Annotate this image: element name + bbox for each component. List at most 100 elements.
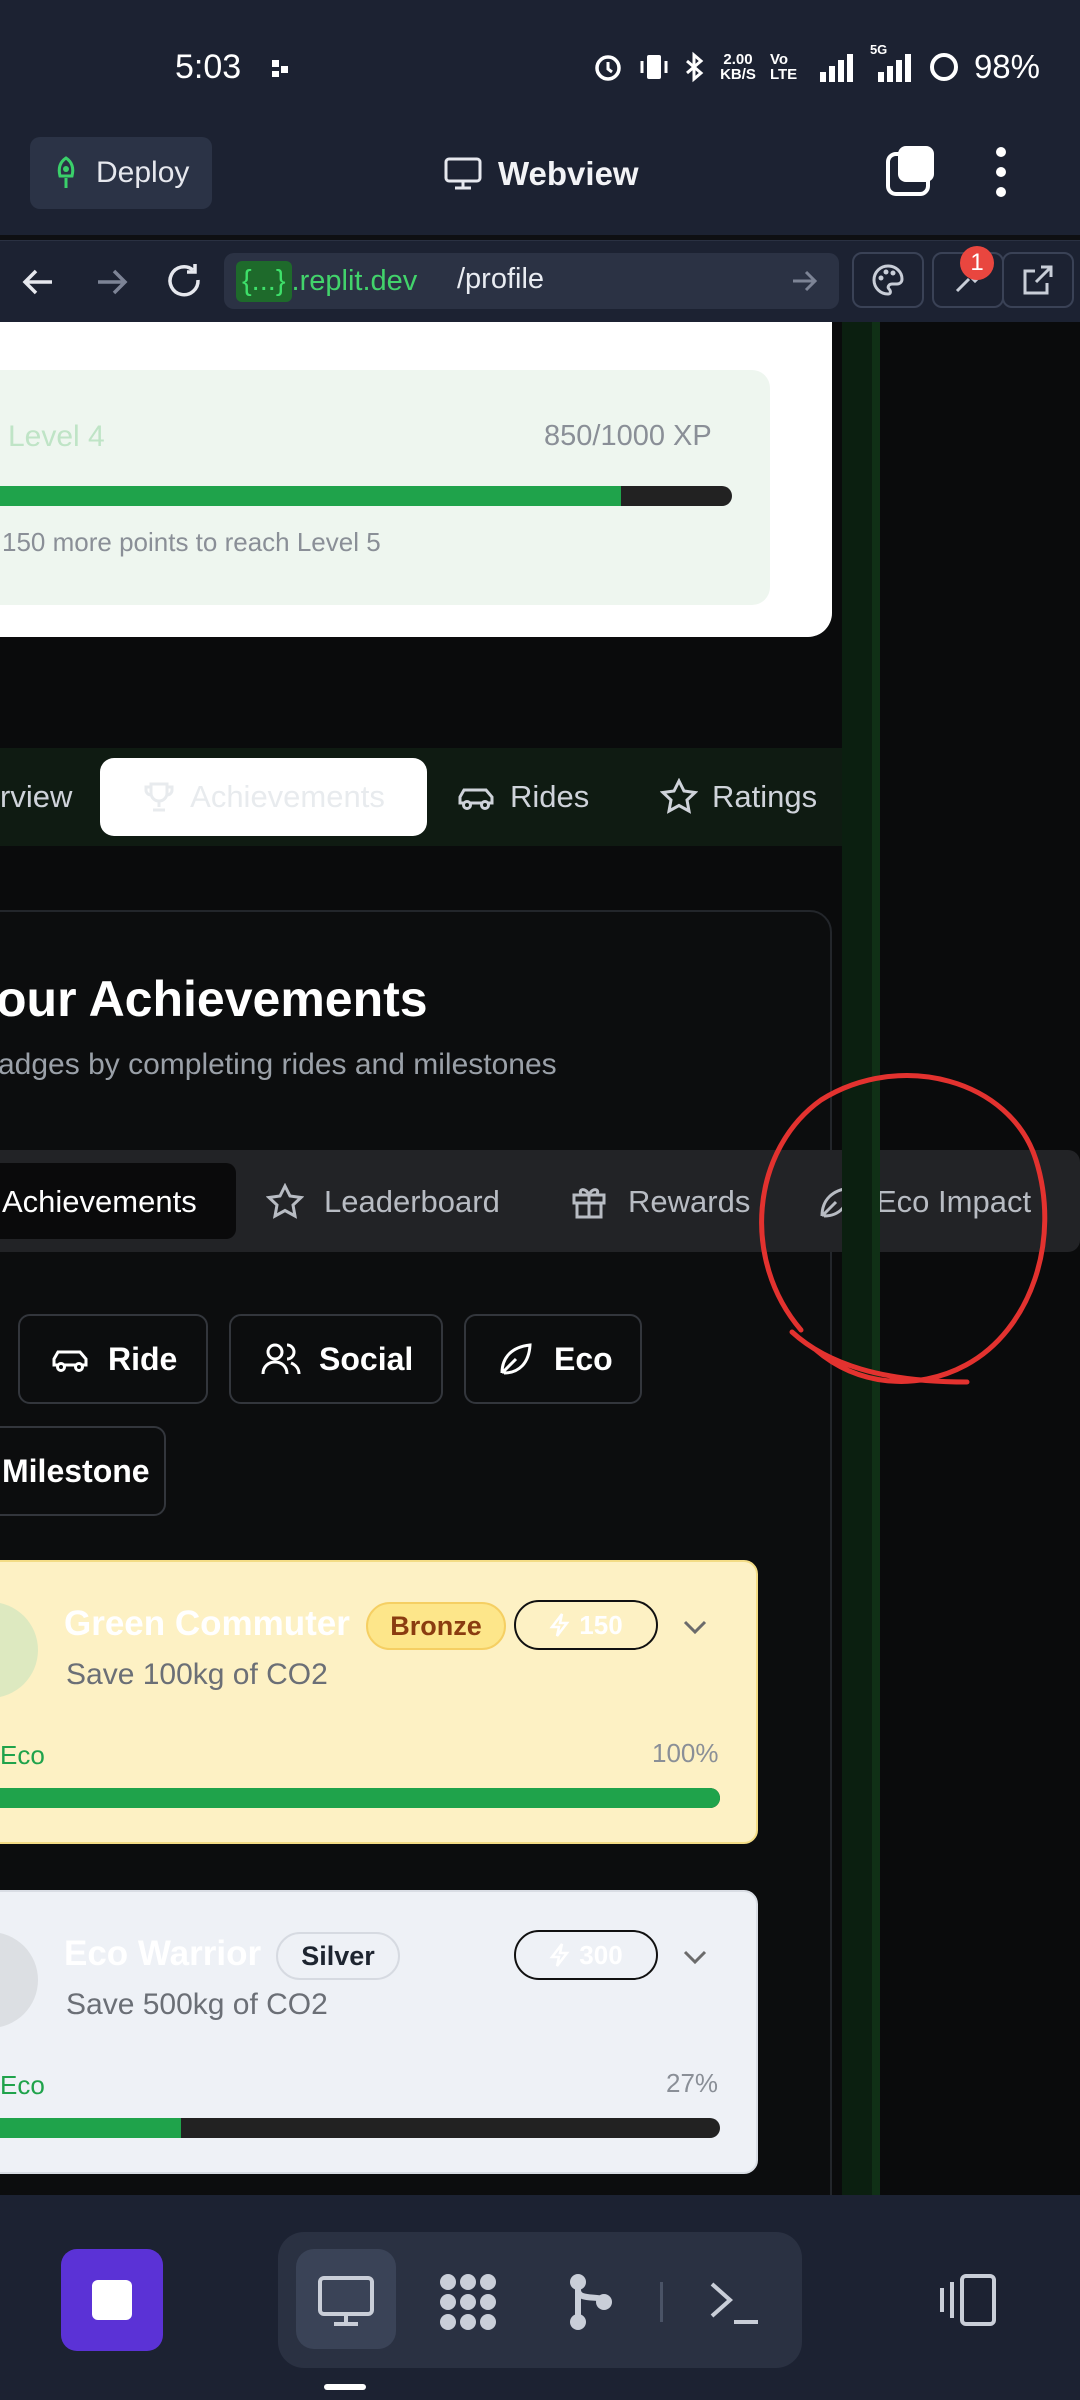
achievement-progress-bar: [0, 1788, 720, 1808]
deploy-button[interactable]: Deploy: [30, 137, 212, 209]
achievement-card-green-commuter[interactable]: Green Commuter Bronze 150 Save 100kg of …: [0, 1560, 758, 1844]
tab-overview[interactable]: rview: [0, 758, 72, 836]
tab-ratings[interactable]: Ratings: [660, 758, 817, 836]
subtab-achievements-label: Achievements: [2, 1184, 197, 1219]
stop-icon: [90, 2278, 134, 2322]
gift-icon: [570, 1183, 608, 1221]
tab-rides-label: Rides: [510, 779, 590, 814]
webview-title-text: Webview: [498, 155, 639, 192]
star-icon: [660, 778, 698, 816]
forward-arrow-icon[interactable]: [92, 262, 132, 302]
subtab-leaderboard-label: Leaderboard: [324, 1184, 500, 1219]
volte-badge: Vo LTE: [769, 51, 798, 83]
achievement-card-eco-warrior[interactable]: Eco Warrior Silver 300 Save 500kg of CO2…: [0, 1890, 758, 2174]
alarm-icon: [592, 51, 624, 83]
achievement-progress-bar: [0, 2118, 720, 2138]
points-value: 150: [579, 1609, 623, 1640]
achievement-progress-fill: [0, 1788, 720, 1808]
xp-progress-bar: [0, 486, 732, 506]
reload-icon[interactable]: [164, 260, 206, 302]
filter-ride-label: Ride: [108, 1340, 178, 1377]
go-arrow-icon[interactable]: [790, 266, 820, 296]
battery-icon: [928, 51, 960, 83]
chevron-down-icon[interactable]: [680, 1612, 710, 1642]
chevron-down-icon[interactable]: [680, 1942, 710, 1972]
panel-switch-icon[interactable]: [936, 2272, 1000, 2328]
filter-social[interactable]: Social: [229, 1314, 443, 1404]
bluetooth-icon: [684, 51, 706, 83]
zap-icon: [549, 1943, 571, 1967]
webview-content: Level 4 850/1000 XP 150 more points to r…: [0, 322, 1080, 2195]
subtab-leaderboard[interactable]: Leaderboard: [266, 1166, 500, 1238]
status-time: 5:03: [175, 48, 242, 86]
notification-badge: 1: [960, 246, 994, 280]
achievement-progress-fill: [0, 2118, 182, 2138]
battery-percent: 98%: [973, 48, 1040, 85]
star-icon: [266, 1183, 304, 1221]
users-icon: [261, 1341, 301, 1377]
webview-title: Webview: [444, 148, 639, 200]
palette-button[interactable]: [852, 252, 924, 308]
status-icons: 2.00 KB/S Vo LTE 5G 98%: [592, 42, 1040, 86]
achievement-title: Eco Warrior: [64, 1934, 262, 1973]
tabs-switcher-button[interactable]: [884, 144, 940, 200]
tab-achievements[interactable]: Achievements: [100, 758, 427, 836]
achievement-description: Save 100kg of CO2: [66, 1658, 328, 1691]
achievements-title: our Achievements: [0, 971, 428, 1027]
subtab-eco-impact-label: Eco Impact: [876, 1184, 1032, 1219]
achievement-category: Eco: [0, 1740, 45, 1770]
achievement-avatar: [0, 1602, 38, 1698]
open-external-button[interactable]: [1002, 252, 1074, 308]
xp-label: 850/1000 XP: [544, 420, 712, 452]
tier-badge: Silver: [276, 1932, 400, 1980]
filter-eco-label: Eco: [554, 1340, 613, 1377]
points-value: 300: [579, 1939, 623, 1970]
nav-divider: [660, 2282, 663, 2322]
url-path: /profile: [457, 263, 545, 295]
git-icon[interactable]: [566, 2270, 616, 2334]
points-badge: 150: [514, 1600, 658, 1650]
achievement-description: Save 500kg of CO2: [66, 1988, 328, 2021]
filter-eco[interactable]: Eco: [464, 1314, 642, 1404]
gesture-bar[interactable]: [324, 2384, 366, 2390]
car-icon: [456, 781, 496, 813]
achievement-category: Eco: [0, 2070, 45, 2100]
url-host-brace: {...}: [236, 260, 292, 302]
signal-5g-icon: 5G: [870, 42, 914, 82]
more-menu-icon[interactable]: [986, 144, 1016, 200]
leaf-icon: [496, 1339, 536, 1379]
filter-milestone[interactable]: Milestone: [0, 1426, 166, 1516]
terminal-icon[interactable]: [708, 2276, 760, 2328]
tab-ratings-label: Ratings: [712, 779, 818, 814]
deploy-icon: [52, 156, 80, 190]
palette-icon: [871, 263, 905, 297]
subtab-rewards-label: Rewards: [628, 1184, 751, 1219]
filter-social-label: Social: [319, 1340, 414, 1377]
filter-milestone-label: Milestone: [2, 1452, 150, 1489]
tab-rides[interactable]: Rides: [456, 758, 589, 836]
achievement-avatar: [0, 1932, 38, 2028]
agent-icon[interactable]: [436, 2270, 500, 2334]
deploy-label: Deploy: [96, 156, 190, 189]
tab-overview-label: rview: [0, 779, 73, 814]
trophy-icon: [142, 780, 176, 814]
vibrate-icon: [638, 51, 670, 83]
url-host-domain: .replit.dev: [291, 264, 418, 297]
filter-ride[interactable]: Ride: [18, 1314, 208, 1404]
scroll-track[interactable]: [872, 322, 880, 2195]
achievement-title: Green Commuter: [64, 1604, 350, 1643]
subtab-achievements[interactable]: Achievements: [2, 1166, 197, 1238]
url-host: {...} .replit.dev: [236, 258, 417, 304]
stop-button[interactable]: [61, 2249, 163, 2351]
net-speed: 2.00 KB/S: [720, 51, 756, 83]
level-label: Level 4: [8, 420, 105, 453]
back-arrow-icon[interactable]: [18, 262, 58, 302]
subtab-rewards[interactable]: Rewards: [570, 1166, 750, 1238]
xp-note: 150 more points to reach Level 5: [2, 527, 381, 557]
monitor-icon[interactable]: [316, 2276, 376, 2328]
tab-achievements-label: Achievements: [190, 779, 385, 814]
xp-progress-fill: [0, 486, 621, 506]
dots-icon: [272, 58, 292, 78]
achievements-subtitle: adges by completing rides and milestones: [0, 1048, 557, 1081]
achievement-percent: 27%: [666, 2068, 719, 2098]
